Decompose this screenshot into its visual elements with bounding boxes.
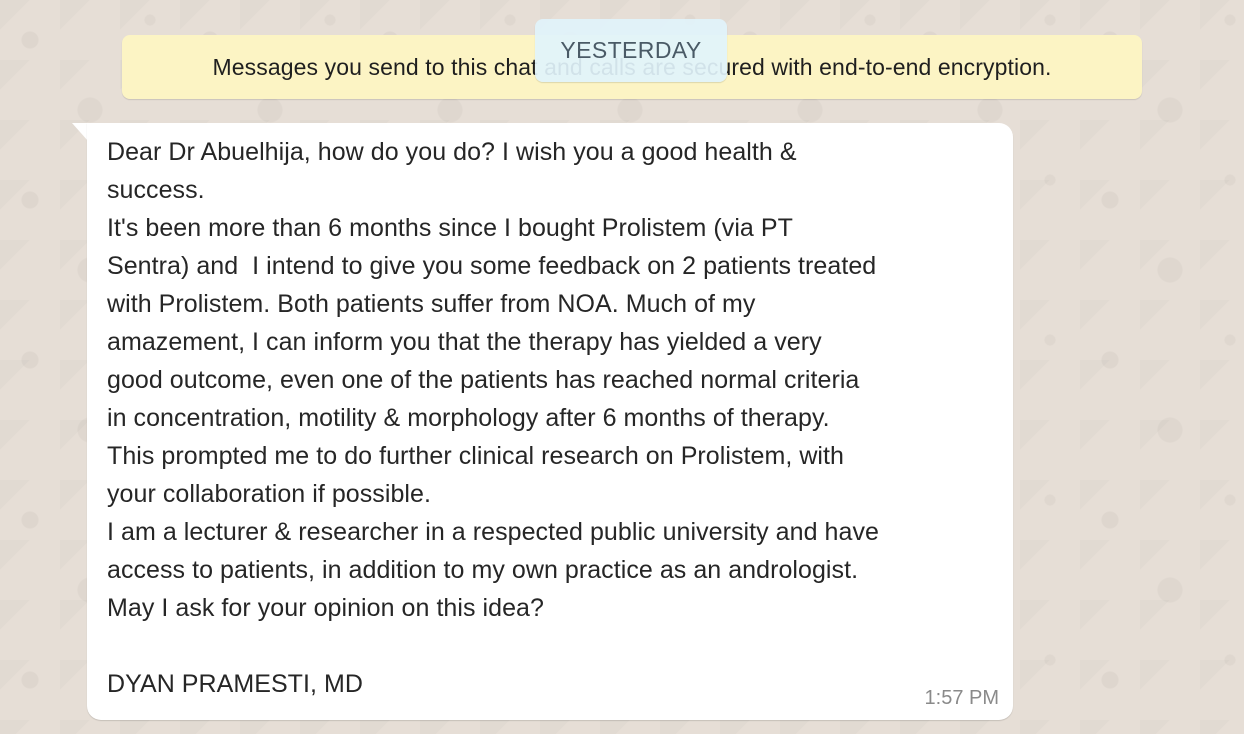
message-line: DYAN PRAMESTI, MD [107,670,363,698]
message-line: Sentra) and I intend to give you some fe… [107,252,877,280]
message-line: This prompted me to do further clinical … [107,442,844,470]
message-bubble-tail [72,123,88,141]
date-divider-chip: YESTERDAY [535,19,727,82]
message-line: amazement, I can inform you that the the… [107,328,822,356]
message-line: with Prolistem. Both patients suffer fro… [107,290,756,318]
message-line: I am a lecturer & researcher in a respec… [107,518,879,546]
message-timestamp: 1:57 PM [924,687,999,709]
incoming-message-bubble[interactable]: Dear Dr Abuelhija, how do you do? I wish… [87,123,1013,720]
message-body: Dear Dr Abuelhija, how do you do? I wish… [107,133,999,703]
message-line: your collaboration if possible. [107,480,431,508]
message-line [107,627,999,665]
message-line: It's been more than 6 months since I bou… [107,214,793,242]
date-divider-label: YESTERDAY [560,37,702,63]
message-line: success. [107,176,205,204]
message-line: Dear Dr Abuelhija, how do you do? I wish… [107,138,797,166]
message-line: access to patients, in addition to my ow… [107,556,859,584]
message-line: May I ask for your opinion on this idea? [107,594,544,622]
message-line: good outcome, even one of the patients h… [107,366,860,394]
message-line: in concentration, motility & morphology … [107,404,830,432]
